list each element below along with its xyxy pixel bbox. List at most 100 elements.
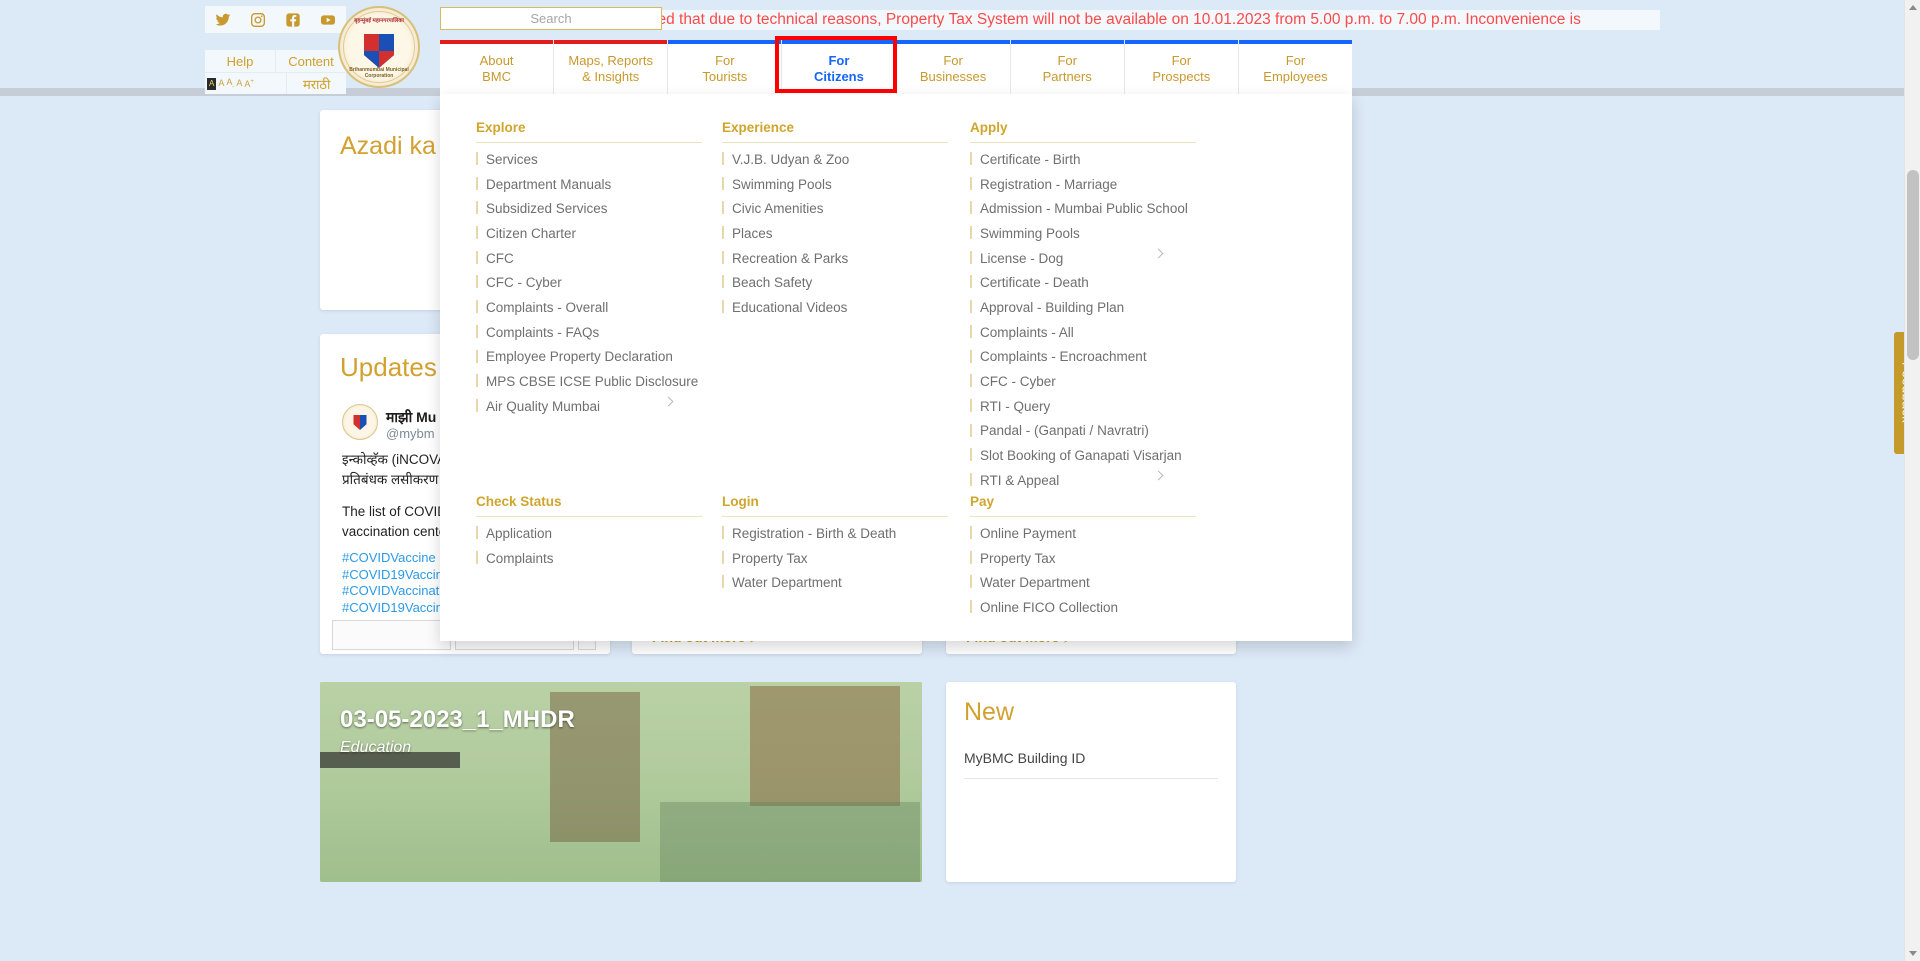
- tweet-author-handle: @mybm: [386, 426, 435, 441]
- megamenu-item[interactable]: Places: [722, 221, 948, 246]
- megamenu-item-label: Services: [486, 151, 538, 167]
- megamenu-item[interactable]: Recreation & Parks: [722, 246, 948, 271]
- megamenu-item[interactable]: CFC: [476, 246, 702, 271]
- megamenu-item[interactable]: V.J.B. Udyan & Zoo: [722, 147, 948, 172]
- megamenu-item[interactable]: License - Dog: [970, 246, 1196, 271]
- megamenu-item-label: Complaints - All: [980, 324, 1074, 340]
- megamenu-item[interactable]: Swimming Pools: [970, 221, 1196, 246]
- divider: [476, 142, 702, 143]
- megamenu-item[interactable]: Certificate - Death: [970, 270, 1196, 295]
- megamenu-item[interactable]: Citizen Charter: [476, 221, 702, 246]
- facebook-icon[interactable]: [285, 12, 301, 28]
- megamenu-item[interactable]: Water Department: [970, 570, 1196, 595]
- new-card-item[interactable]: MyBMC Building ID: [964, 750, 1085, 766]
- nav-item-for-employees[interactable]: For Employees: [1237, 40, 1352, 94]
- megamenu-item-label: Swimming Pools: [732, 176, 832, 192]
- photo-subtitle: Education: [340, 739, 412, 756]
- bmc-emblem-logo[interactable]: बृहन्मुंबई महानगरपालिका Brihanmumbai Mun…: [338, 6, 420, 88]
- language-toggle-marathi[interactable]: मराठी: [286, 73, 346, 94]
- hashtag[interactable]: #COVIDVaccinatio: [342, 583, 450, 600]
- nav-item-label-line1: For: [715, 53, 735, 68]
- megamenu-item[interactable]: Complaints - All: [970, 320, 1196, 345]
- nav-item-label-line2: Employees: [1263, 69, 1328, 84]
- nav-item-for-businesses[interactable]: For Businesses: [895, 40, 1010, 94]
- page-scrollbar[interactable]: [1904, 0, 1920, 961]
- megamenu-item[interactable]: Property Tax: [722, 546, 948, 571]
- hashtag[interactable]: #COVIDVaccine: [342, 550, 450, 567]
- tweet-hashtags[interactable]: #COVIDVaccine #COVID19Vaccine #COVIDVacc…: [342, 550, 450, 616]
- instagram-icon[interactable]: [250, 12, 266, 28]
- divider: [476, 516, 702, 517]
- megamenu-item[interactable]: CFC - Cyber: [476, 270, 702, 295]
- megamenu-item[interactable]: Application: [476, 521, 702, 546]
- nav-item-label-line1: For: [1057, 53, 1077, 68]
- nav-item-label-line2: Prospects: [1152, 69, 1211, 84]
- megamenu-item[interactable]: Swimming Pools: [722, 172, 948, 197]
- megamenu-item[interactable]: Property Tax: [970, 546, 1196, 571]
- photo-title: 03-05-2023_1_MHDR: [340, 706, 575, 733]
- megamenu-item[interactable]: Department Manuals: [476, 172, 702, 197]
- megamenu-item[interactable]: Complaints - FAQs: [476, 320, 702, 345]
- hashtag[interactable]: #COVID19Vaccine: [342, 567, 450, 584]
- megamenu-item-label: Certificate - Birth: [980, 151, 1081, 167]
- megamenu-item[interactable]: Registration - Birth & Death: [722, 521, 948, 546]
- nav-item-for-prospects[interactable]: For Prospects: [1123, 40, 1238, 94]
- megamenu-item-label: MPS CBSE ICSE Public Disclosure: [486, 374, 699, 390]
- help-link[interactable]: Help: [205, 50, 275, 72]
- tweet-thumbnail[interactable]: [332, 620, 451, 650]
- megamenu-item[interactable]: Complaints - Encroachment: [970, 345, 1196, 370]
- twitter-icon[interactable]: [215, 12, 231, 28]
- megamenu-item[interactable]: MPS CBSE ICSE Public Disclosure: [476, 369, 702, 394]
- nav-item-for-partners[interactable]: For Partners: [1009, 40, 1124, 94]
- megamenu-item[interactable]: CFC - Cyber: [970, 369, 1196, 394]
- megamenu-item[interactable]: Pandal - (Ganpati / Navratri): [970, 419, 1196, 444]
- search-input[interactable]: [441, 8, 661, 29]
- hashtag[interactable]: #COVID19Vaccina: [342, 600, 450, 617]
- scrollbar-thumb[interactable]: [1907, 170, 1919, 360]
- megamenu-item[interactable]: Online FICO Collection: [970, 595, 1196, 620]
- megamenu-item[interactable]: Air Quality Mumbai: [476, 394, 702, 419]
- chevron-right-icon: [1153, 470, 1164, 481]
- megamenu-item[interactable]: Certificate - Birth: [970, 147, 1196, 172]
- font-size-reset[interactable]: A: [236, 79, 242, 88]
- font-size-default[interactable]: A: [207, 77, 217, 90]
- education-photo-card[interactable]: 03-05-2023_1_MHDR Education: [320, 682, 922, 882]
- megamenu-item[interactable]: Services: [476, 147, 702, 172]
- megamenu-item[interactable]: Registration - Marriage: [970, 172, 1196, 197]
- nav-item-for-tourists[interactable]: For Tourists: [667, 40, 782, 94]
- search-box[interactable]: [440, 7, 662, 30]
- megamenu-item[interactable]: Employee Property Declaration: [476, 345, 702, 370]
- megamenu-item[interactable]: Water Department: [722, 570, 948, 595]
- megamenu-item[interactable]: Complaints - Overall: [476, 295, 702, 320]
- scroll-up-arrow-icon[interactable]: [1905, 0, 1920, 16]
- font-size-decrease[interactable]: A-: [226, 77, 234, 89]
- nav-item-for-citizens[interactable]: For Citizens: [781, 40, 896, 94]
- scroll-down-arrow-icon[interactable]: [1905, 945, 1920, 961]
- megamenu-item-label: Complaints: [486, 550, 554, 566]
- megamenu-item[interactable]: Online Payment: [970, 521, 1196, 546]
- font-size-increase[interactable]: A+: [244, 79, 254, 89]
- nav-item-accent-bar: [896, 40, 1010, 44]
- megamenu-item[interactable]: Educational Videos: [722, 295, 948, 320]
- nav-item-accent-bar: [554, 40, 668, 44]
- nav-item-label-line1: For: [943, 53, 963, 68]
- nav-item-maps-reports-insights[interactable]: Maps, Reports & Insights: [553, 40, 668, 94]
- megamenu-column-check-status: Check Status Application Complaints: [476, 494, 702, 570]
- youtube-icon[interactable]: [320, 12, 336, 28]
- megamenu-item[interactable]: RTI & Appeal: [970, 468, 1196, 493]
- megamenu-item[interactable]: Slot Booking of Ganapati Visarjan: [970, 443, 1196, 468]
- font-size-normal[interactable]: A: [218, 79, 224, 88]
- megamenu-item[interactable]: Civic Amenities: [722, 196, 948, 221]
- content-link[interactable]: Content: [275, 50, 346, 72]
- megamenu-item[interactable]: Approval - Building Plan: [970, 295, 1196, 320]
- nav-item-about-bmc[interactable]: About BMC: [440, 40, 554, 94]
- megamenu-item[interactable]: Subsidized Services: [476, 196, 702, 221]
- chevron-right-icon: [663, 396, 674, 407]
- megamenu-item[interactable]: Admission - Mumbai Public School: [970, 196, 1196, 221]
- divider: [722, 142, 948, 143]
- megamenu-item[interactable]: RTI - Query: [970, 394, 1196, 419]
- megamenu-item[interactable]: Beach Safety: [722, 270, 948, 295]
- nav-item-label-line2: Tourists: [702, 69, 748, 84]
- megamenu-item[interactable]: Complaints: [476, 546, 702, 571]
- ticker-text: …ed that due to technical reasons, Prope…: [640, 10, 1660, 30]
